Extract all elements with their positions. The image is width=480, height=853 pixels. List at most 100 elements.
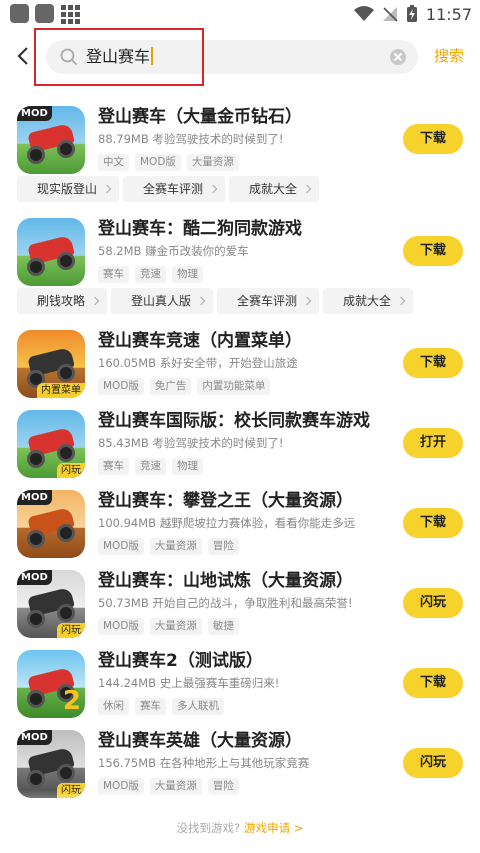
download-button[interactable]: 下载 <box>403 508 463 538</box>
app-title[interactable]: 登山赛车2（测试版） <box>98 650 263 672</box>
list-item[interactable]: MOD 登山赛车：攀登之王（大量资源） 100.94MB 越野爬坡拉力赛体验，看… <box>0 480 480 560</box>
app-title[interactable]: 登山赛车竞速（内置菜单） <box>98 330 302 352</box>
list-item[interactable]: MOD 闪玩 登山赛车英雄（大量资源） 156.75MB 在各种地形上与其他玩家… <box>0 720 480 800</box>
app-title[interactable]: 登山赛车（大量金币钻石） <box>98 106 302 128</box>
download-button[interactable]: 下载 <box>403 668 463 698</box>
app-icon[interactable]: MOD 闪玩 <box>17 730 85 798</box>
app-icon[interactable]: 2 <box>17 650 85 718</box>
tag: 大量资源 <box>149 618 202 635</box>
app-icon[interactable]: MOD <box>17 106 85 174</box>
tag: 竞速 <box>135 266 166 283</box>
game-request-link[interactable]: 游戏申请 > <box>244 821 303 835</box>
notification-icon-2 <box>35 4 54 23</box>
tag: 中文 <box>98 154 129 171</box>
status-bar: 11:57 <box>0 0 480 28</box>
notification-icon <box>10 4 29 23</box>
chip[interactable]: 现实版登山 <box>17 176 120 202</box>
tag: 物理 <box>172 458 203 475</box>
app-description: 50.73MB 开始自己的战斗，争取胜利和最高荣誉! <box>98 596 353 610</box>
app-icon[interactable]: 闪玩 <box>17 410 85 478</box>
tag-list: 赛车 竞速 物理 <box>98 266 203 283</box>
related-chips: 现实版登山 全赛车评测 成就大全 <box>0 176 480 208</box>
chip[interactable]: 全赛车评测 <box>217 288 320 314</box>
tag: 多人联机 <box>172 698 224 715</box>
tag-list: 赛车 竞速 物理 <box>98 458 203 475</box>
not-found-text: 没找到游戏? <box>176 821 241 835</box>
flash-play-button[interactable]: 闪玩 <box>403 588 463 618</box>
tag: 赛车 <box>98 266 129 283</box>
clear-icon[interactable] <box>390 49 406 65</box>
mod-badge: MOD <box>17 106 52 121</box>
app-icon[interactable]: MOD <box>17 490 85 558</box>
tag-list: MOD版 大量资源 敏捷 <box>98 618 239 635</box>
tag-list: 中文 MOD版 大量资源 <box>98 154 239 171</box>
flash-play-button[interactable]: 闪玩 <box>403 748 463 778</box>
app-title[interactable]: 登山赛车国际版：校长同款赛车游戏 <box>98 410 370 432</box>
app-description: 144.24MB 史上最强赛车重磅归来! <box>98 676 280 690</box>
app-title[interactable]: 登山赛车：酷二狗同款游戏 <box>98 218 302 240</box>
footer-bar: 没找到游戏? 游戏申请 > <box>0 810 480 853</box>
chip[interactable]: 成就大全 <box>323 288 414 314</box>
tag: 敏捷 <box>207 618 239 635</box>
tag: 免广告 <box>149 378 192 395</box>
app-icon[interactable]: 内置菜单 <box>17 330 85 398</box>
chip[interactable]: 刷钱攻略 <box>17 288 108 314</box>
tag: 冒险 <box>207 538 239 555</box>
tag-list: MOD版 免广告 内置功能菜单 <box>98 378 271 395</box>
mod-badge: MOD <box>17 730 52 745</box>
list-item[interactable]: MOD 登山赛车（大量金币钻石） 88.79MB 考验驾驶技术的时候到了! 中文… <box>0 96 480 176</box>
tag: 内置功能菜单 <box>197 378 271 395</box>
chip[interactable]: 全赛车评测 <box>123 176 226 202</box>
tag: MOD版 <box>98 378 144 395</box>
flash-play-badge: 闪玩 <box>57 623 85 638</box>
apps-grid-icon <box>60 4 80 24</box>
open-button[interactable]: 打开 <box>403 428 463 458</box>
chip[interactable]: 登山真人版 <box>111 288 214 314</box>
app-title[interactable]: 登山赛车英雄（大量资源） <box>98 730 302 752</box>
tag: 大量资源 <box>149 538 202 555</box>
tag-list: MOD版 大量资源 冒险 <box>98 538 239 555</box>
list-item[interactable]: 登山赛车：酷二狗同款游戏 58.2MB 赚金币改装你的爱车 赛车 竞速 物理 下… <box>0 208 480 288</box>
tag-list: 休闲 赛车 多人联机 <box>98 698 224 715</box>
tag: 物理 <box>172 266 203 283</box>
app-description: 100.94MB 越野爬坡拉力赛体验，看看你能走多远 <box>98 516 356 530</box>
tag: MOD版 <box>98 618 144 635</box>
list-item[interactable]: 闪玩 登山赛车国际版：校长同款赛车游戏 85.43MB 考验驾驶技术的时候到了!… <box>0 400 480 480</box>
version-2-emblem: 2 <box>62 686 81 716</box>
download-button[interactable]: 下载 <box>403 236 463 266</box>
tag: 赛车 <box>135 698 166 715</box>
app-description: 58.2MB 赚金币改装你的爱车 <box>98 244 249 258</box>
related-chips: 刷钱攻略 登山真人版 全赛车评测 成就大全 <box>0 288 480 320</box>
mod-badge: MOD <box>17 570 52 585</box>
chip[interactable]: 成就大全 <box>229 176 320 202</box>
list-item[interactable]: 2 登山赛车2（测试版） 144.24MB 史上最强赛车重磅归来! 休闲 赛车 … <box>0 640 480 720</box>
no-signal-icon <box>382 7 398 22</box>
app-title[interactable]: 登山赛车：攀登之王（大量资源） <box>98 490 353 512</box>
app-title[interactable]: 登山赛车：山地试炼（大量资源） <box>98 570 353 592</box>
app-description: 88.79MB 考验驾驶技术的时候到了! <box>98 132 284 146</box>
highlight-box <box>34 28 204 86</box>
flash-play-badge: 闪玩 <box>57 463 85 478</box>
search-button[interactable]: 搜索 <box>434 45 464 66</box>
tag: 赛车 <box>98 458 129 475</box>
app-description: 156.75MB 在各种地形上与其他玩家竞赛 <box>98 756 310 770</box>
download-button[interactable]: 下载 <box>403 124 463 154</box>
app-description: 85.43MB 考验驾驶技术的时候到了! <box>98 436 284 450</box>
search-header: 登山赛车 搜索 <box>0 28 480 86</box>
app-description: 160.05MB 系好安全带，开始登山旅途 <box>98 356 298 370</box>
clock: 11:57 <box>425 4 472 24</box>
app-icon[interactable] <box>17 218 85 286</box>
back-arrow-icon[interactable] <box>12 42 34 70</box>
app-icon[interactable]: MOD 闪玩 <box>17 570 85 638</box>
tag: 休闲 <box>98 698 129 715</box>
download-button[interactable]: 下载 <box>403 348 463 378</box>
list-item[interactable]: MOD 闪玩 登山赛车：山地试炼（大量资源） 50.73MB 开始自己的战斗，争… <box>0 560 480 640</box>
wifi-icon <box>353 6 374 21</box>
results-list: MOD 登山赛车（大量金币钻石） 88.79MB 考验驾驶技术的时候到了! 中文… <box>0 96 480 800</box>
tag: MOD版 <box>98 538 144 555</box>
tag: 大量资源 <box>186 154 239 171</box>
mod-badge: MOD <box>17 490 52 505</box>
menu-badge: 内置菜单 <box>37 383 85 398</box>
list-item[interactable]: 内置菜单 登山赛车竞速（内置菜单） 160.05MB 系好安全带，开始登山旅途 … <box>0 320 480 400</box>
tag: MOD版 <box>135 154 181 171</box>
